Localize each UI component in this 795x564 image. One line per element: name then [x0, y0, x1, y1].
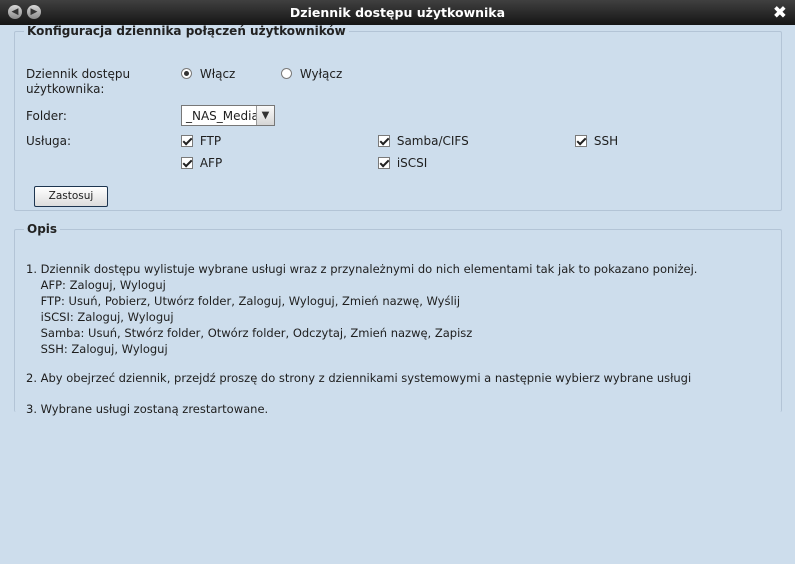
description-line: iSCSI: Zaloguj, Wyloguj	[26, 310, 174, 324]
service-label: Usługa:	[26, 134, 72, 148]
service-ftp[interactable]: FTP	[181, 134, 221, 148]
service-ssh-label: SSH	[593, 134, 619, 148]
close-icon[interactable]: ✖	[773, 1, 787, 25]
description-line: AFP: Zaloguj, Wyloguj	[26, 278, 166, 292]
title-bar: ◀ ▶ Dziennik dostępu użytkownika ✖	[0, 0, 795, 25]
service-iscsi-label: iSCSI	[396, 156, 428, 170]
access-log-label: Dziennik dostępu użytkownika:	[26, 67, 131, 96]
service-afp[interactable]: AFP	[181, 156, 222, 170]
radio-disable-label: Wyłącz	[299, 67, 343, 81]
service-samba-label: Samba/CIFS	[396, 134, 469, 148]
service-samba[interactable]: Samba/CIFS	[378, 134, 469, 148]
description-line: SSH: Zaloguj, Wyloguj	[26, 342, 168, 356]
service-iscsi[interactable]: iSCSI	[378, 156, 427, 170]
checkbox-samba[interactable]	[378, 135, 390, 147]
folder-select[interactable]: _NAS_Media ▼	[181, 105, 275, 126]
folder-label: Folder:	[26, 109, 67, 123]
description-panel: Opis 1. Dziennik dostępu wylistuje wybra…	[14, 222, 782, 416]
checkbox-ftp[interactable]	[181, 135, 193, 147]
radio-enable-label: Włącz	[199, 67, 236, 81]
description-line: 3. Wybrane usługi zostaną zrestartowane.	[26, 402, 269, 416]
service-afp-label: AFP	[199, 156, 223, 170]
description-line: 1. Dziennik dostępu wylistuje wybrane us…	[26, 262, 698, 276]
service-ssh[interactable]: SSH	[575, 134, 618, 148]
description-line: Samba: Usuń, Stwórz folder, Otwórz folde…	[26, 326, 473, 340]
description-legend: Opis	[27, 222, 58, 236]
radio-disable-icon[interactable]	[281, 68, 292, 79]
config-legend: Konfiguracja dziennika połączeń użytkown…	[27, 24, 346, 38]
apply-button[interactable]: Zastosuj	[34, 186, 108, 207]
checkbox-iscsi[interactable]	[378, 157, 390, 169]
description-line: 2. Aby obejrzeć dziennik, przejdź proszę…	[26, 371, 692, 385]
description-line: FTP: Usuń, Pobierz, Utwórz folder, Zalog…	[26, 294, 461, 308]
checkbox-afp[interactable]	[181, 157, 193, 169]
window-title: Dziennik dostępu użytkownika	[289, 5, 506, 20]
chevron-down-icon[interactable]: ▼	[256, 106, 274, 125]
service-ftp-label: FTP	[199, 134, 222, 148]
folder-select-value: _NAS_Media	[186, 109, 259, 123]
config-panel: Konfiguracja dziennika połączeń użytkown…	[14, 24, 782, 211]
radio-disable[interactable]: Wyłącz	[281, 67, 342, 81]
checkbox-ssh[interactable]	[575, 135, 587, 147]
radio-enable-icon[interactable]	[181, 68, 192, 79]
radio-enable[interactable]: Włącz	[181, 67, 235, 81]
